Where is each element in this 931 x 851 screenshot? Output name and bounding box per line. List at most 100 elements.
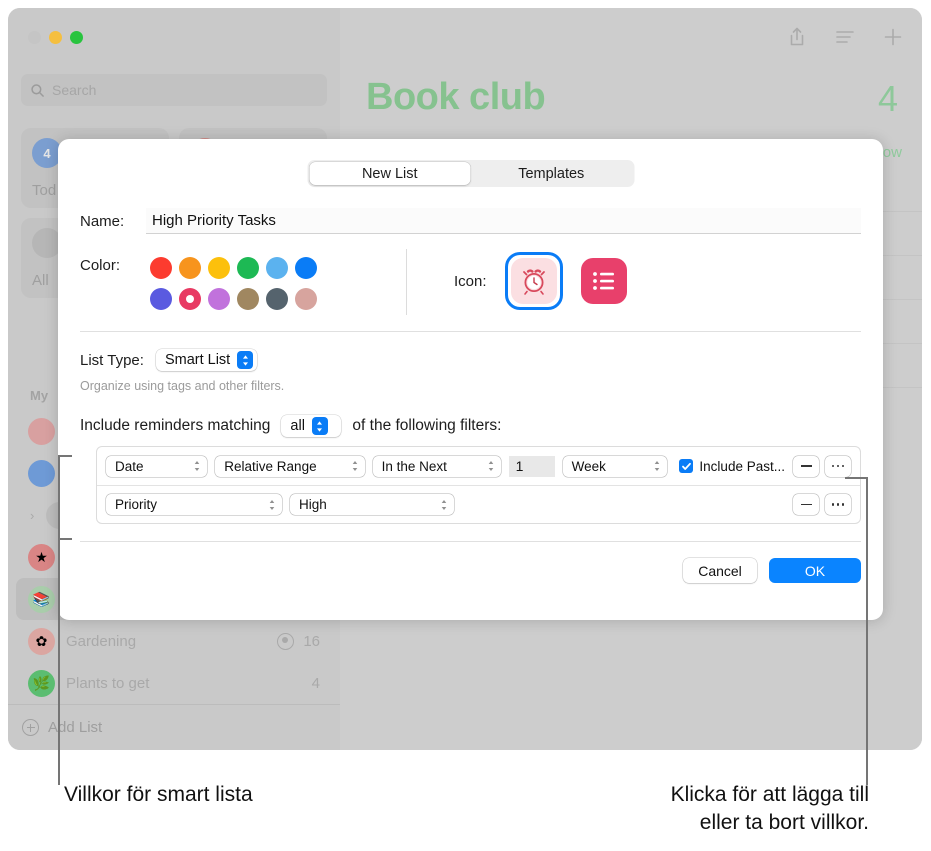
callout-leader-left xyxy=(58,455,60,785)
minimize-window-button[interactable] xyxy=(49,31,62,44)
color-row: Color: xyxy=(80,252,320,314)
checkbox-checked-icon xyxy=(679,459,694,473)
cancel-button[interactable]: Cancel xyxy=(683,558,757,583)
include-past-checkbox[interactable]: Include Past... xyxy=(679,459,785,474)
color-swatch-cell[interactable] xyxy=(175,283,204,314)
color-swatch-lightblue[interactable] xyxy=(265,256,288,279)
list-item-plants-to-get[interactable]: 🌿 Plants to get 4 xyxy=(16,662,332,704)
match-type-dropdown[interactable]: all xyxy=(281,415,342,437)
icon-option-bulleted-list[interactable] xyxy=(580,258,627,304)
home-icon xyxy=(28,459,55,487)
share-icon[interactable] xyxy=(786,26,808,48)
remove-filter-button[interactable] xyxy=(793,494,819,515)
color-swatch-cell[interactable] xyxy=(233,252,262,283)
color-swatch-cell[interactable] xyxy=(175,252,204,283)
color-swatch-cell[interactable] xyxy=(291,283,320,314)
color-swatch-orange[interactable] xyxy=(178,256,201,279)
page-title: Book club xyxy=(366,76,546,118)
chevron-updown-icon xyxy=(655,461,660,471)
filter-field-dropdown[interactable]: Priority xyxy=(106,494,282,515)
list-item-label: Gardening xyxy=(66,632,137,650)
filter-operator-value: Relative Range xyxy=(224,458,317,474)
color-swatch-brown[interactable] xyxy=(236,287,259,310)
list-options-icon[interactable] xyxy=(834,26,856,48)
chevron-updown-icon xyxy=(311,417,328,435)
color-swatch-cell[interactable] xyxy=(146,283,175,314)
callout-leader-right-vertical xyxy=(866,477,868,785)
color-swatch-cell[interactable] xyxy=(233,283,262,314)
filter-row-date: Date Relative Range In the Next Week xyxy=(97,447,860,485)
color-swatch-red[interactable] xyxy=(149,256,172,279)
color-swatches xyxy=(146,252,320,314)
callout-text-left: Villkor för smart lista xyxy=(64,783,253,806)
color-swatch-cell[interactable] xyxy=(291,252,320,283)
filter-operator-value: High xyxy=(299,497,327,512)
chevron-updown-icon xyxy=(237,351,254,369)
chevron-right-icon[interactable]: › xyxy=(30,508,34,523)
icon-option-alarm-selected[interactable] xyxy=(504,252,563,310)
dialog-actions: Cancel OK xyxy=(683,558,861,583)
window-traffic-lights xyxy=(28,31,83,44)
content-toolbar xyxy=(786,26,904,48)
filter-operator-dropdown[interactable]: Relative Range xyxy=(215,455,365,477)
match-row: Include reminders matching all of the fo… xyxy=(80,415,501,437)
leaf-icon: 🌿 xyxy=(28,669,55,697)
smart-card-label: All xyxy=(32,272,49,289)
list-item-gardening[interactable]: ✿ Gardening 16 xyxy=(16,620,332,662)
color-swatch-cell[interactable] xyxy=(204,283,233,314)
dialog-mode-segmented-control: New List Templates xyxy=(307,160,634,187)
bulleted-list-icon xyxy=(592,272,614,290)
color-swatch-green[interactable] xyxy=(236,256,259,279)
list-item-count: 16 xyxy=(303,632,320,650)
color-swatch-cell[interactable] xyxy=(262,283,291,314)
callout-bracket-left-bottom xyxy=(58,538,72,540)
match-prefix: Include reminders matching xyxy=(80,417,271,434)
chevron-updown-icon xyxy=(269,499,275,510)
match-suffix: of the following filters: xyxy=(352,417,502,434)
reminder-count: 4 xyxy=(877,78,898,119)
filter-amount-input[interactable] xyxy=(508,455,555,477)
chevron-updown-icon xyxy=(441,499,447,510)
more-options-button[interactable] xyxy=(825,494,851,515)
list-name-input[interactable] xyxy=(146,208,861,234)
filter-unit-dropdown[interactable]: Week xyxy=(562,455,668,477)
filter-qualifier-dropdown[interactable]: In the Next xyxy=(372,455,501,477)
tab-new-list[interactable]: New List xyxy=(309,162,471,185)
more-options-button[interactable] xyxy=(825,455,851,477)
flower-icon: ✿ xyxy=(28,627,55,655)
chevron-updown-icon xyxy=(194,461,200,471)
search-placeholder: Search xyxy=(52,82,97,98)
smart-card-label: Tod xyxy=(32,182,57,199)
close-window-button[interactable] xyxy=(28,31,41,44)
color-swatch-cell[interactable] xyxy=(146,252,175,283)
tab-templates[interactable]: Templates xyxy=(471,162,633,185)
search-field[interactable]: Search xyxy=(21,74,327,106)
color-swatch-yellow[interactable] xyxy=(207,256,230,279)
list-type-label: List Type: xyxy=(80,351,144,369)
color-swatch-cell[interactable] xyxy=(262,252,291,283)
color-swatch-indigo[interactable] xyxy=(149,287,172,310)
filters-list: Date Relative Range In the Next Week xyxy=(96,446,861,524)
name-label: Name: xyxy=(80,212,125,230)
color-swatch-pink-selected[interactable] xyxy=(178,287,201,310)
maximize-window-button[interactable] xyxy=(70,31,83,44)
icon-row: Icon: xyxy=(454,252,627,310)
color-swatch-purple[interactable] xyxy=(207,287,230,310)
add-reminder-icon[interactable] xyxy=(882,26,904,48)
include-past-label: Include Past... xyxy=(699,458,785,474)
alarm-clock-icon xyxy=(510,258,557,304)
filter-field-dropdown[interactable]: Date xyxy=(106,455,208,477)
books-icon: 📚 xyxy=(28,585,55,613)
color-swatch-cell[interactable] xyxy=(204,252,233,283)
match-type-value: all xyxy=(290,418,305,434)
color-swatch-dustyrose[interactable] xyxy=(294,287,317,310)
color-swatch-blue[interactable] xyxy=(294,256,317,279)
remove-filter-button[interactable] xyxy=(793,455,819,477)
list-type-dropdown[interactable]: Smart List xyxy=(155,349,258,371)
color-swatch-slate[interactable] xyxy=(265,287,288,310)
screenshot-root: Search 4 Tod All ✓ xyxy=(0,0,931,851)
callout-text-right: Klicka för att lägga till eller ta bort … xyxy=(671,781,869,836)
list-type-row: List Type: Smart List xyxy=(80,349,258,371)
ok-button[interactable]: OK xyxy=(769,558,861,583)
filter-operator-dropdown[interactable]: High xyxy=(290,494,454,515)
